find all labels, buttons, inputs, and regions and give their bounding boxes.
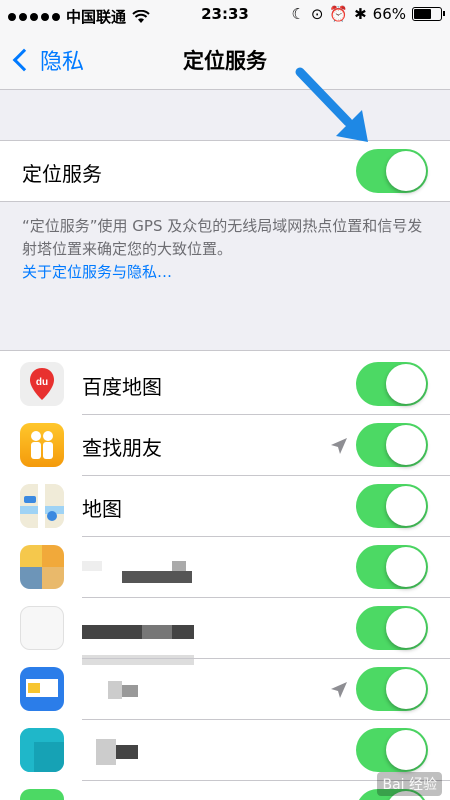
blurred-app-icon [20,667,64,711]
svg-text:du: du [36,377,48,388]
divider [82,414,450,415]
divider [82,536,450,537]
toggle-knob [386,151,426,191]
alarm-icon: ⏰ [329,5,349,23]
description-text: “定位服务”使用 GPS 及众包的无线局域网热点位置和信号发射塔位置来确定您的大… [22,217,423,258]
blurred-app-icon [20,728,64,772]
blurred-app-icon [20,545,64,589]
app-name: 百度地图 [82,375,162,399]
app-toggle-blurred-4[interactable] [356,728,428,772]
page-title: 定位服务 [183,49,267,73]
watermark: Bai 经验 [377,772,442,796]
divider [82,658,450,659]
do-not-disturb-icon: ☾ [291,5,305,23]
blurred-app-icon [20,789,64,800]
app-name: 地图 [82,497,122,521]
blurred-app-icon [20,606,64,650]
privacy-link[interactable]: 关于定位服务与隐私… [22,261,432,284]
annotation-arrow-icon [295,67,368,142]
blurred-app-name [108,681,138,699]
app-name: 查找朋友 [82,436,162,460]
location-services-label: 定位服务 [22,162,102,186]
location-description: “定位服务”使用 GPS 及众包的无线局域网热点位置和信号发射塔位置来确定您的大… [22,215,432,284]
app-toggle-blurred-2[interactable] [356,606,428,650]
app-toggle-blurred-3[interactable] [356,667,428,711]
app-toggle-find-friends[interactable] [356,423,428,467]
blurred-app-name [82,621,194,667]
app-toggle-blurred-1[interactable] [356,545,428,589]
app-list: du 百度地图 查找朋友 地图 [0,350,450,800]
status-right: ☾ ⊙ ⏰ ✱ 66% [291,5,445,23]
divider [82,475,450,476]
blurred-app-name [96,739,138,765]
battery-percent: 66% [372,5,406,23]
app-toggle-baidu-map[interactable] [356,362,428,406]
nav-bar: 隐私 定位服务 [0,30,450,90]
location-services-toggle[interactable] [356,149,428,193]
find-friends-icon [20,423,64,467]
orientation-lock-icon: ⊙ [310,5,324,23]
location-arrow-icon [331,438,347,454]
location-services-cell: 定位服务 [0,140,450,202]
location-arrow-icon [331,682,347,698]
divider [82,597,450,598]
battery-icon [412,7,445,21]
status-bar: 中国联通 23:33 ☾ ⊙ ⏰ ✱ 66% [0,0,450,30]
divider [82,719,450,720]
blurred-app-name [82,561,192,583]
maps-icon [20,484,64,528]
baidu-map-icon: du [20,362,64,406]
bluetooth-icon: ✱ [354,5,367,23]
app-toggle-maps[interactable] [356,484,428,528]
